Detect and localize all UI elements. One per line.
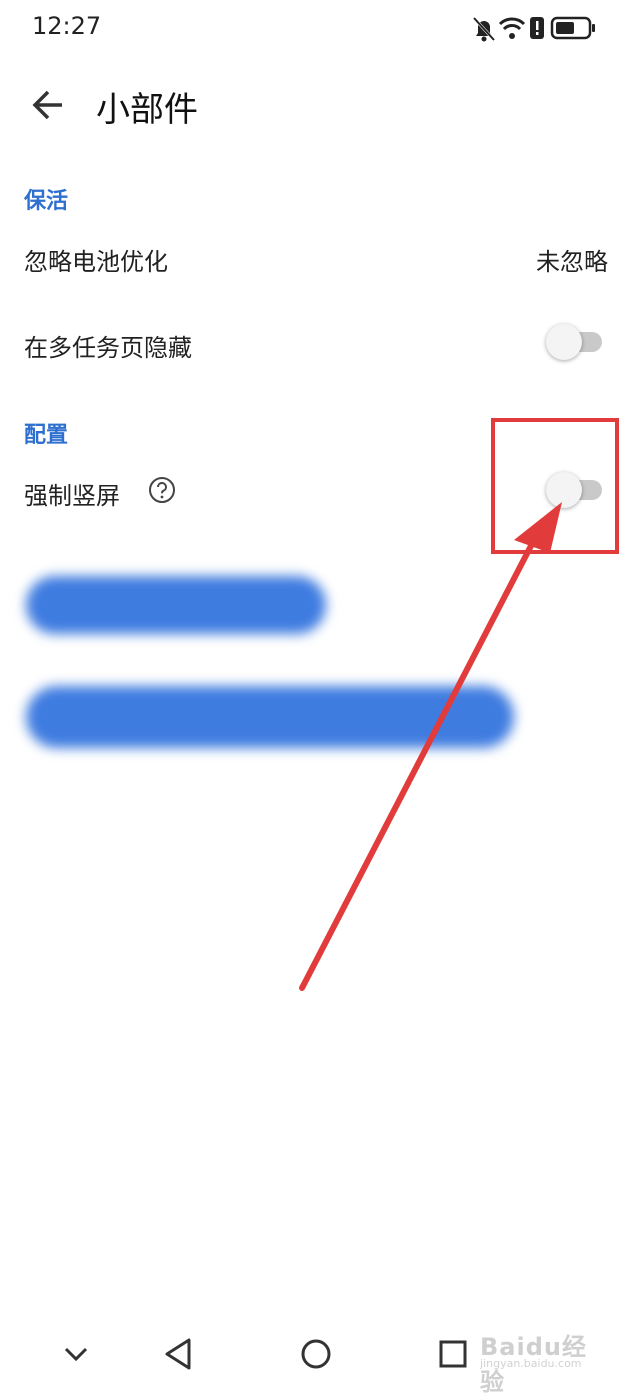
force-portrait-label: 强制竖屏 (24, 482, 120, 510)
toggle-knob (546, 324, 582, 360)
section-header-keep-alive: 保活 (24, 189, 69, 214)
arrow-left-icon (32, 90, 62, 120)
nav-collapse-button[interactable] (52, 1330, 100, 1378)
nav-home-button[interactable] (292, 1330, 340, 1378)
wifi-icon (498, 17, 526, 39)
status-icons (472, 16, 595, 42)
chevron-down-icon (64, 1347, 88, 1362)
nav-recents-button[interactable] (429, 1330, 477, 1378)
hide-recents-label: 在多任务页隐藏 (24, 334, 192, 362)
section-header-config: 配置 (24, 423, 69, 448)
annotation-highlight-box (491, 418, 619, 554)
watermark-sub: jingyan.baidu.com (480, 1357, 582, 1370)
recents-square-icon (439, 1340, 467, 1368)
battery-alert-icon (530, 17, 544, 39)
back-triangle-icon (165, 1338, 191, 1370)
blurred-button-1[interactable] (26, 576, 326, 634)
blurred-button-2[interactable] (26, 686, 514, 748)
page-title: 小部件 (96, 90, 198, 130)
ignore-battery-value: 未忽略 (536, 248, 608, 276)
hide-recents-row[interactable]: 在多任务页隐藏 (0, 312, 632, 376)
ignore-battery-label: 忽略电池优化 (24, 248, 168, 276)
help-icon[interactable] (148, 476, 176, 504)
back-button[interactable] (24, 80, 74, 130)
battery-icon (550, 16, 595, 40)
nav-back-button[interactable] (155, 1330, 203, 1378)
watermark: Baidu经验 jingyan.baidu.com (480, 1325, 600, 1396)
hide-recents-toggle[interactable] (546, 322, 606, 362)
status-time: 12:27 (32, 12, 102, 40)
home-circle-icon (301, 1339, 331, 1369)
bell-off-icon (472, 16, 496, 42)
ignore-battery-row[interactable]: 忽略电池优化 未忽略 (0, 226, 632, 290)
